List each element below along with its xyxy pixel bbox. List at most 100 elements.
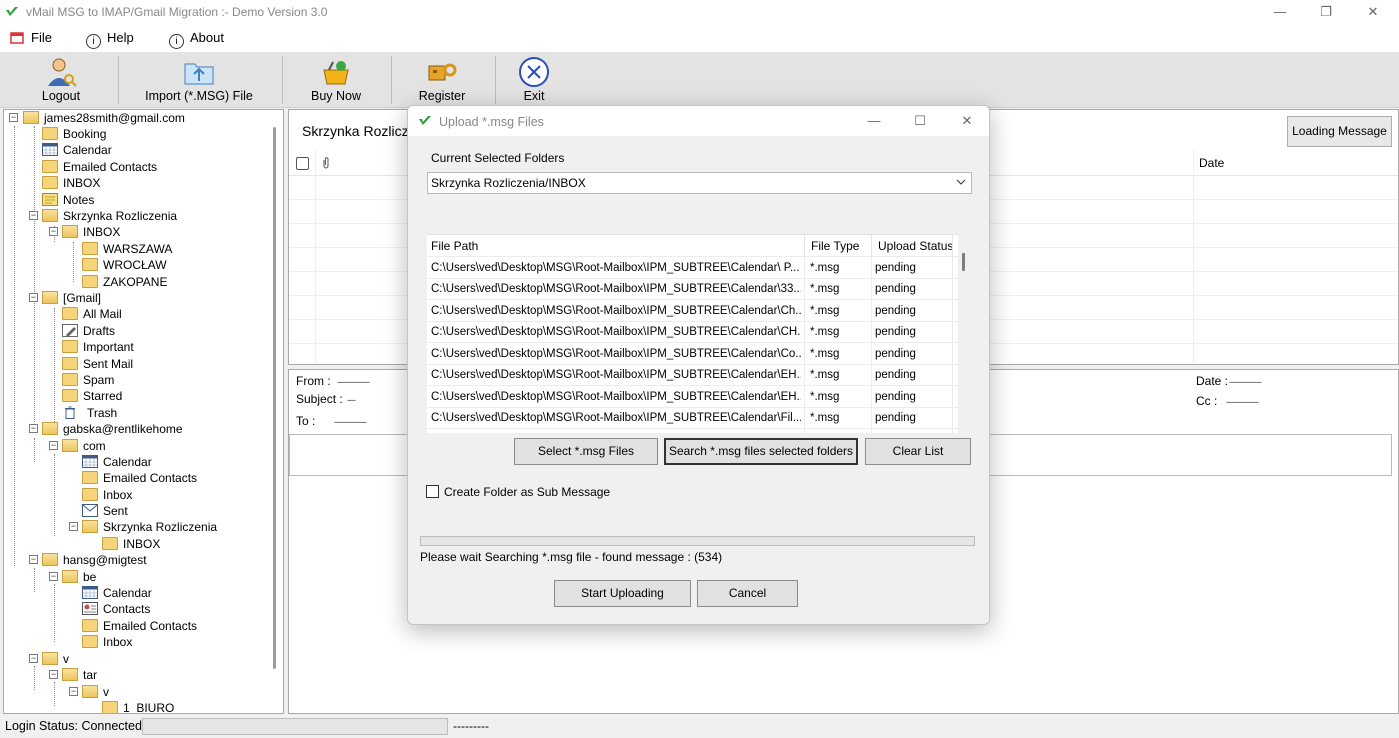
minimize-button[interactable]: — bbox=[1265, 2, 1295, 22]
collapse-toggle[interactable]: − bbox=[29, 293, 38, 302]
info-icon: i bbox=[86, 34, 101, 49]
register-button[interactable]: Register bbox=[408, 52, 476, 108]
tree-label: INBOX bbox=[83, 225, 121, 239]
list-item[interactable]: C:\Users\ved\Desktop\MSG\Root-Mailbox\IP… bbox=[427, 322, 958, 343]
collapse-toggle[interactable]: − bbox=[29, 424, 38, 433]
logout-label: Logout bbox=[41, 89, 81, 103]
close-window-button[interactable]: ✕ bbox=[1358, 2, 1388, 22]
menu-about-label: About bbox=[190, 30, 224, 45]
menu-about[interactable]: i About bbox=[169, 29, 224, 49]
from-label: From : bbox=[296, 374, 331, 388]
collapse-toggle[interactable]: − bbox=[69, 687, 78, 696]
collapse-toggle[interactable]: − bbox=[29, 654, 38, 663]
tree-label: Emailed Contacts bbox=[103, 471, 198, 485]
tree-label: Sent Mail bbox=[83, 357, 134, 371]
col-file-path[interactable]: File Path bbox=[431, 239, 478, 253]
start-uploading-button[interactable]: Start Uploading bbox=[554, 580, 691, 607]
file-type: *.msg bbox=[810, 326, 840, 338]
dialog-maximize-button[interactable]: ☐ bbox=[906, 110, 934, 132]
upload-status: pending bbox=[875, 369, 916, 381]
exit-circle-x-icon bbox=[519, 57, 549, 87]
folder-open-icon bbox=[82, 685, 98, 698]
tree-label: Notes bbox=[63, 193, 95, 207]
folder-open-icon bbox=[62, 668, 78, 681]
clear-list-button[interactable]: Clear List bbox=[865, 438, 971, 465]
cancel-button[interactable]: Cancel bbox=[697, 580, 798, 607]
folder-select[interactable]: Skrzynka Rozliczenia/INBOX bbox=[427, 172, 972, 194]
list-item[interactable]: C:\Users\ved\Desktop\MSG\Root-Mailbox\IP… bbox=[427, 365, 958, 386]
tree-label: 1_BIURO bbox=[123, 701, 175, 714]
file-list-scrollbar[interactable] bbox=[962, 253, 965, 271]
list-item[interactable]: C:\Users\ved\Desktop\MSG\Root-Mailbox\IP… bbox=[427, 301, 958, 322]
collapse-toggle[interactable]: − bbox=[29, 555, 38, 564]
collapse-toggle[interactable]: − bbox=[29, 211, 38, 220]
folder-tree[interactable]: − james28smith@gmail.com Booking Calenda… bbox=[3, 109, 284, 714]
collapse-toggle[interactable]: − bbox=[69, 522, 78, 531]
subject-value: ---- bbox=[347, 395, 356, 405]
col-file-type[interactable]: File Type bbox=[811, 239, 859, 253]
user-key-icon bbox=[48, 58, 77, 87]
tree-label: Contacts bbox=[103, 602, 151, 616]
col-upload-status[interactable]: Upload Status bbox=[878, 239, 953, 253]
dialog-close-button[interactable]: ✕ bbox=[953, 110, 981, 132]
tree-label: Skrzynka Rozliczenia bbox=[63, 209, 178, 223]
date-column-header[interactable]: Date bbox=[1199, 156, 1224, 170]
loading-message-button[interactable]: Loading Message bbox=[1287, 116, 1392, 147]
dialog-titlebar: Upload *.msg Files — ☐ ✕ bbox=[408, 106, 989, 136]
search-msg-files-button[interactable]: Search *.msg files selected folders bbox=[664, 438, 858, 465]
tree-connector bbox=[54, 584, 55, 642]
buy-now-button[interactable]: Buy Now bbox=[298, 52, 374, 108]
cc-value: ---------------- bbox=[1226, 397, 1259, 407]
select-msg-files-button[interactable]: Select *.msg Files bbox=[514, 438, 658, 465]
upload-status: pending bbox=[875, 326, 916, 338]
list-item[interactable]: C:\Users\ved\Desktop\MSG\Root-Mailbox\IP… bbox=[427, 279, 958, 300]
toolbar-separator bbox=[118, 56, 119, 104]
menu-file-label: File bbox=[31, 30, 52, 45]
collapse-toggle[interactable]: − bbox=[49, 227, 58, 236]
folder-icon bbox=[82, 471, 98, 484]
toolbar-separator bbox=[495, 56, 496, 104]
collapse-toggle[interactable]: − bbox=[9, 113, 18, 122]
file-path: C:\Users\ved\Desktop\MSG\Root-Mailbox\IP… bbox=[431, 326, 801, 338]
menu-help[interactable]: i Help bbox=[86, 29, 134, 49]
list-item[interactable]: C:\Users\ved\Desktop\MSG\Root-Mailbox\IP… bbox=[427, 387, 958, 408]
file-path: C:\Users\ved\Desktop\MSG\Root-Mailbox\IP… bbox=[431, 348, 801, 360]
folder-icon bbox=[62, 389, 78, 402]
create-folder-checkbox[interactable] bbox=[426, 485, 439, 498]
logout-button[interactable]: Logout bbox=[20, 52, 102, 108]
drafts-icon bbox=[62, 324, 78, 337]
folder-icon bbox=[82, 275, 98, 288]
list-item[interactable]: C:\Users\ved\Desktop\MSG\Root-Mailbox\IP… bbox=[427, 344, 958, 365]
to-label: To : bbox=[296, 414, 316, 428]
folder-icon bbox=[42, 160, 58, 173]
msg-file-list[interactable]: File Path File Type Upload Status C:\Use… bbox=[427, 234, 958, 433]
exit-label: Exit bbox=[523, 89, 545, 103]
import-msg-button[interactable]: Import (*.MSG) File bbox=[140, 52, 258, 108]
collapse-toggle[interactable]: − bbox=[49, 572, 58, 581]
file-path: C:\Users\ved\Desktop\MSG\Root-Mailbox\IP… bbox=[431, 391, 801, 403]
toolbar: Logout Import (*.MSG) File Buy Now Regis… bbox=[0, 52, 1399, 108]
calendar-icon bbox=[82, 586, 98, 599]
select-all-checkbox[interactable] bbox=[296, 157, 309, 170]
menu-help-label: Help bbox=[107, 30, 134, 45]
tree-label: WARSZAWA bbox=[103, 242, 173, 256]
maximize-button[interactable]: ❐ bbox=[1311, 2, 1341, 22]
key-icon bbox=[428, 63, 457, 81]
list-item[interactable]: C:\Users\ved\Desktop\MSG\Root-Mailbox\IP… bbox=[427, 408, 958, 429]
dialog-minimize-button[interactable]: — bbox=[860, 110, 888, 132]
collapse-toggle[interactable]: − bbox=[49, 670, 58, 679]
folder-icon bbox=[82, 488, 98, 501]
date-value: ---------------- bbox=[1229, 377, 1262, 387]
menu-file[interactable]: File bbox=[10, 29, 52, 47]
tree-scrollbar[interactable] bbox=[273, 127, 276, 669]
upload-msg-dialog: Upload *.msg Files — ☐ ✕ Current Selecte… bbox=[407, 105, 990, 625]
status-dashes: --------- bbox=[453, 719, 489, 733]
tree-label: Calendar bbox=[103, 586, 152, 600]
exit-button[interactable]: Exit bbox=[510, 52, 558, 108]
collapse-toggle[interactable]: − bbox=[49, 441, 58, 450]
tree-label: INBOX bbox=[123, 537, 161, 551]
list-item[interactable]: C:\Users\ved\Desktop\MSG\Root-Mailbox\IP… bbox=[427, 258, 958, 279]
tree-connector bbox=[73, 242, 74, 282]
folder-icon bbox=[82, 619, 98, 632]
calendar-icon bbox=[82, 455, 98, 468]
